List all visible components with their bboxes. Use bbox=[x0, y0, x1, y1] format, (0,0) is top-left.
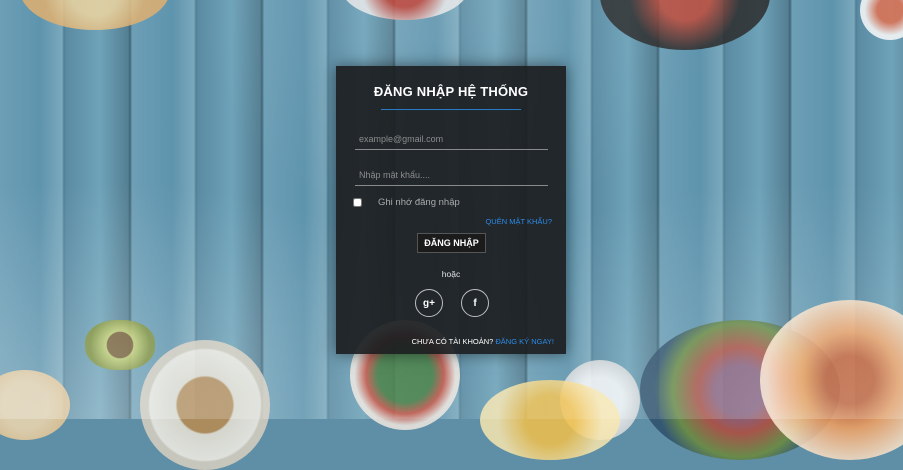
google-plus-glyph: g+ bbox=[423, 297, 435, 309]
login-panel: ĐĂNG NHẬP HỆ THỐNG Ghi nhớ đăng nhập QUÊ… bbox=[336, 66, 566, 354]
noodle-bowl-image bbox=[140, 340, 270, 470]
facebook-icon[interactable]: f bbox=[461, 289, 489, 317]
login-title: ĐĂNG NHẬP HỆ THỐNG bbox=[373, 84, 529, 99]
bread-image bbox=[20, 0, 170, 30]
curry-bowl-image bbox=[480, 380, 620, 460]
top-dish-image bbox=[600, 0, 770, 50]
shrimp-image bbox=[0, 370, 70, 440]
signup-row: CHƯA CÓ TÀI KHOẢN? ĐĂNG KÝ NGAY! bbox=[412, 337, 554, 346]
title-underline bbox=[381, 109, 521, 110]
remember-checkbox[interactable] bbox=[353, 198, 362, 207]
google-plus-icon[interactable]: g+ bbox=[415, 289, 443, 317]
no-account-text: CHƯA CÓ TÀI KHOẢN? bbox=[411, 337, 494, 346]
facebook-glyph: f bbox=[473, 297, 477, 309]
signup-link[interactable]: ĐĂNG KÝ NGAY! bbox=[495, 337, 554, 346]
chili-dish-image bbox=[340, 0, 470, 20]
forgot-password-link[interactable]: QUÊN MẬT KHẨU? bbox=[485, 217, 552, 226]
login-button[interactable]: ĐĂNG NHẬP bbox=[417, 233, 486, 253]
password-field[interactable] bbox=[355, 164, 548, 186]
sauce-dish-image bbox=[860, 0, 903, 40]
avocado-image bbox=[85, 320, 155, 370]
remember-label: Ghi nhớ đăng nhập bbox=[378, 197, 460, 208]
or-separator: hoặc bbox=[441, 269, 461, 279]
email-field[interactable] bbox=[355, 128, 548, 150]
